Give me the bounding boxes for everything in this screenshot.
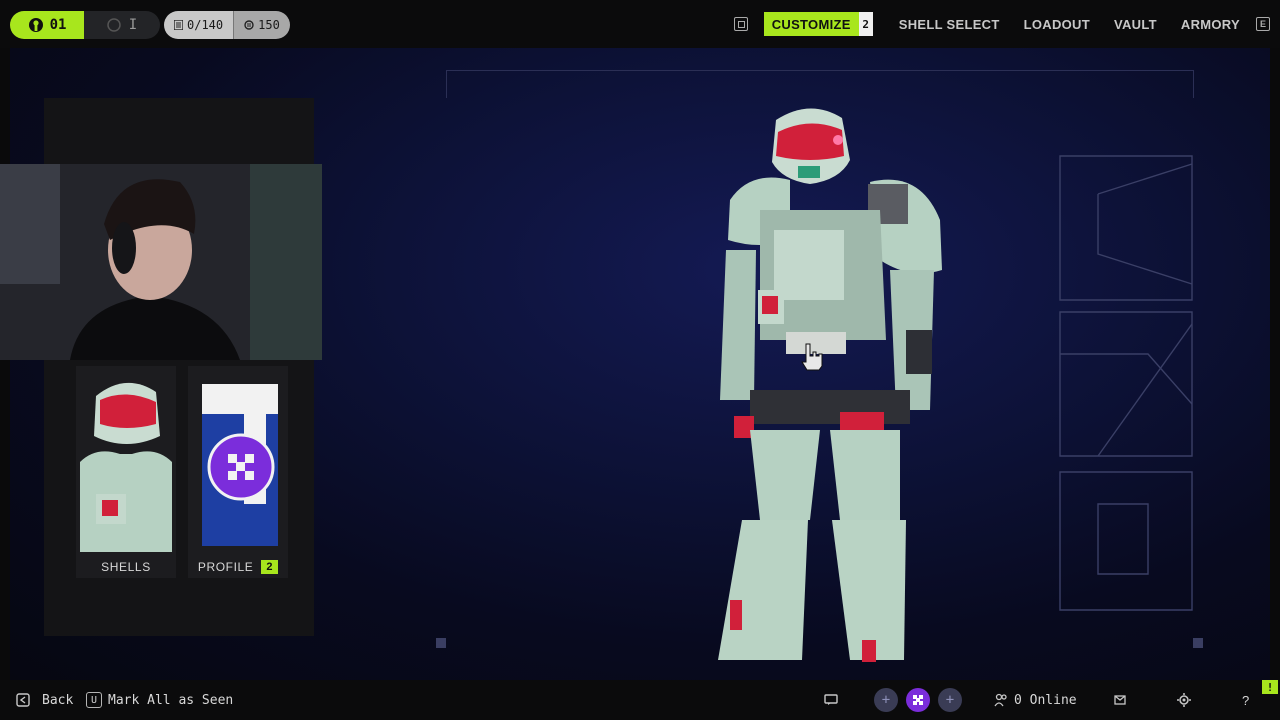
card-profile[interactable]: PROFILE 2: [188, 366, 288, 578]
level-secondary-label: I: [128, 17, 138, 33]
profile-label-text: PROFILE: [197, 560, 254, 574]
currency-counter-value: 150: [258, 18, 280, 32]
stage-corner-right: [1193, 638, 1203, 648]
back-button[interactable]: Back: [16, 680, 73, 720]
inventory-counters: 0/140 150: [164, 11, 290, 39]
shell-thumbnail: [80, 382, 172, 552]
panel-toggle-icon[interactable]: [733, 17, 748, 31]
friends-online[interactable]: 0 Online: [994, 680, 1077, 720]
settings-gear-icon: [1177, 693, 1191, 707]
profile-banner-stripe: [202, 384, 278, 414]
friends-icon: [994, 693, 1007, 707]
party-slots: + +: [874, 680, 962, 720]
notification-alert[interactable]: !: [1262, 680, 1278, 694]
card-shells[interactable]: SHELLS: [76, 366, 176, 578]
items-counter-value: 0/140: [187, 18, 224, 32]
chat-icon: [824, 694, 838, 705]
webcam-person: [0, 164, 322, 360]
tab-loadout[interactable]: LOADOUT: [1016, 12, 1098, 36]
bottom-bar: Back U Mark All as Seen + + 0 Online ? !: [0, 680, 1280, 720]
stage-corner-left: [436, 638, 446, 648]
mail-icon: [1114, 695, 1126, 705]
mark-all-seen-button[interactable]: U Mark All as Seen: [86, 680, 233, 720]
mark-all-seen-label: Mark All as Seen: [108, 692, 234, 708]
tab-customize[interactable]: CUSTOMIZE: [763, 12, 859, 36]
help-icon: ?: [1242, 692, 1250, 708]
currency-icon: [244, 20, 254, 30]
currency-counter: 150: [233, 11, 290, 39]
tab-shell-select[interactable]: SHELL SELECT: [891, 12, 1008, 36]
webcam-overlay: [0, 164, 322, 360]
level-secondary[interactable]: I: [84, 11, 160, 39]
top-bar: 01 I 0/140 150 CUSTOMIZE 2 SHELL SELECT …: [0, 0, 1280, 48]
stage-header-frame: [446, 70, 1194, 98]
ghost-emblem-letters: [1059, 155, 1193, 611]
profile-emblem-mini-icon: [913, 695, 923, 705]
rank-icon: [107, 18, 121, 32]
key-u-icon: U: [86, 692, 102, 708]
mail-button[interactable]: [1114, 680, 1126, 720]
party-slot-self[interactable]: [906, 688, 930, 712]
party-slot-add-1[interactable]: +: [874, 688, 898, 712]
help-button[interactable]: ?: [1242, 680, 1249, 720]
tab-armory[interactable]: ARMORY: [1173, 12, 1248, 36]
plus-icon: +: [945, 692, 955, 708]
settings-button[interactable]: [1177, 680, 1191, 720]
back-label: Back: [42, 692, 74, 708]
user-level-icon: [28, 18, 43, 32]
items-counter: 0/140: [164, 11, 234, 39]
level-number: 01: [49, 17, 67, 33]
customize-badge: 2: [858, 12, 873, 36]
shells-label-text: SHELLS: [101, 560, 151, 574]
profile-emblem-icon: [207, 433, 275, 501]
back-icon: [16, 693, 30, 707]
card-shells-label: SHELLS: [76, 560, 176, 574]
level-primary[interactable]: 01: [10, 11, 84, 39]
chat-button[interactable]: [824, 680, 838, 720]
party-slot-add-2[interactable]: +: [938, 688, 962, 712]
hand-cursor-icon: [801, 343, 823, 371]
card-profile-label: PROFILE 2: [188, 560, 288, 574]
tab-vault[interactable]: VAULT: [1106, 12, 1165, 36]
list-icon: [174, 20, 183, 30]
online-count-label: 0 Online: [1014, 692, 1077, 708]
player-level-pill[interactable]: 01 I: [10, 11, 160, 39]
armor-shell-figure: [718, 108, 942, 662]
profile-badge: 2: [261, 560, 279, 574]
menu-e-icon[interactable]: E: [1256, 17, 1270, 31]
plus-icon: +: [881, 692, 891, 708]
main-nav: CUSTOMIZE 2 SHELL SELECT LOADOUT VAULT A…: [733, 12, 1270, 36]
